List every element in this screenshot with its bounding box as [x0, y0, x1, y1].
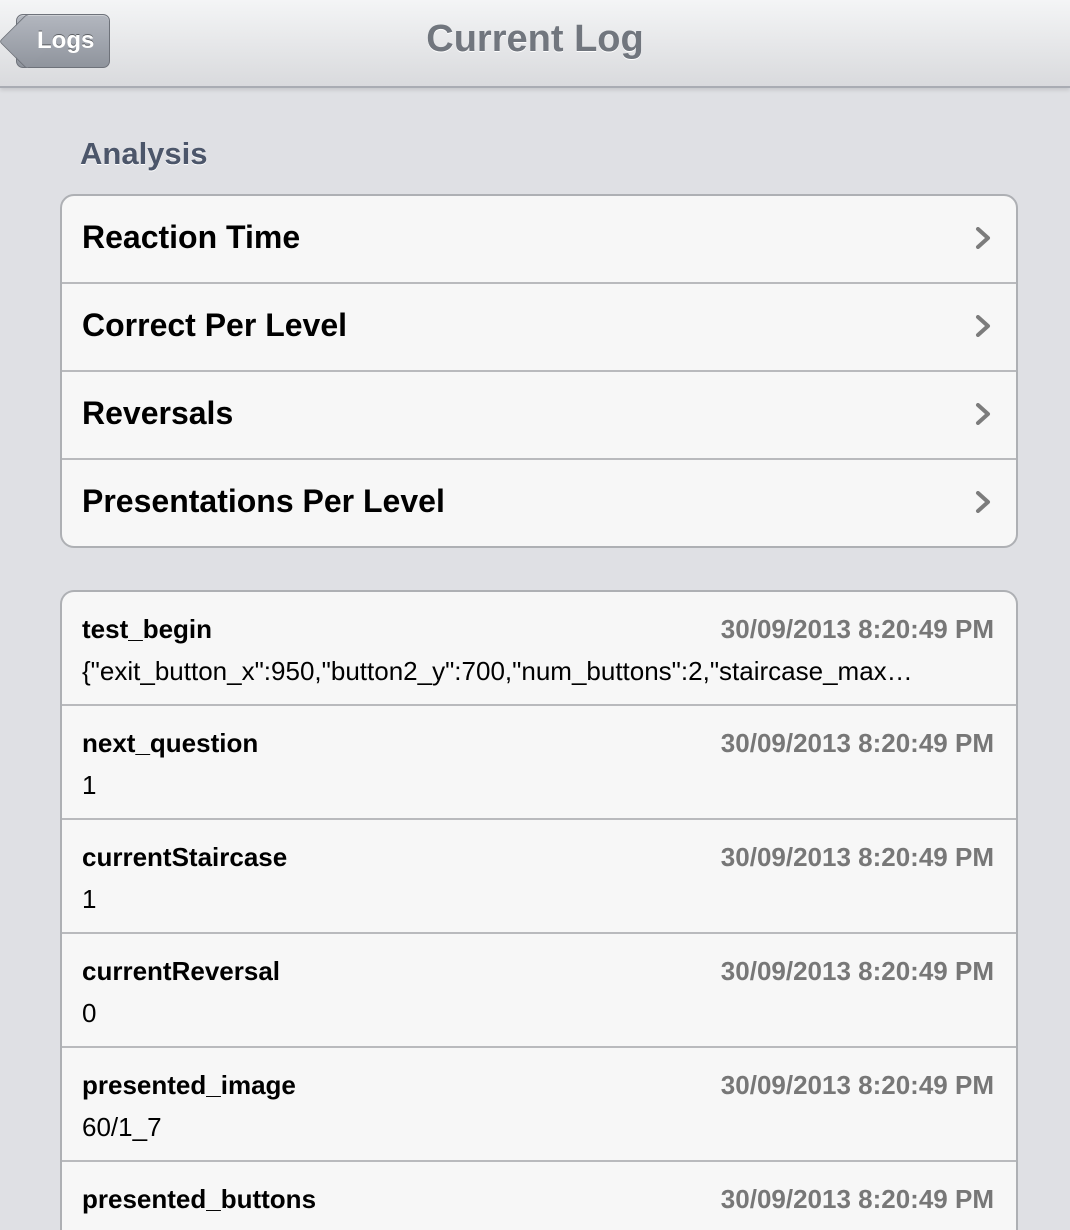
log-entry-value: 1 — [82, 884, 97, 914]
analysis-item-label: Reversals — [82, 395, 234, 431]
log-entry-timestamp: 30/09/2013 8:20:49 PM — [720, 614, 994, 644]
log-entry-name: currentStaircase — [82, 842, 288, 872]
log-entry[interactable]: currentStaircase 30/09/2013 8:20:49 PM 1 — [62, 820, 1016, 934]
chevron-right-icon — [976, 403, 990, 425]
log-entry-name: next_question — [82, 728, 259, 758]
analysis-item-label: Presentations Per Level — [82, 483, 445, 519]
navigation-bar: Logs Current Log — [0, 0, 1070, 88]
analysis-list: Reaction Time Correct Per Level Reversal… — [60, 194, 1018, 548]
analysis-item-reaction-time[interactable]: Reaction Time — [62, 196, 1016, 284]
log-entry-value: 60/1_7 — [82, 1112, 162, 1142]
chevron-right-icon — [976, 491, 990, 513]
section-header-analysis: Analysis — [80, 136, 208, 171]
log-entry-timestamp: 30/09/2013 8:20:49 PM — [720, 1070, 994, 1100]
analysis-item-label: Reaction Time — [82, 219, 301, 255]
log-entry-timestamp: 30/09/2013 8:20:49 PM — [720, 842, 994, 872]
log-entry-timestamp: 30/09/2013 8:20:49 PM — [720, 728, 994, 758]
log-entry-timestamp: 30/09/2013 8:20:49 PM — [720, 956, 994, 986]
log-entry[interactable]: test_begin 30/09/2013 8:20:49 PM {"exit_… — [62, 592, 1016, 706]
analysis-item-label: Correct Per Level — [82, 307, 348, 343]
log-entry-value: 1 — [82, 770, 97, 800]
log-entry-name: currentReversal — [82, 956, 280, 986]
log-entry[interactable]: presented_image 30/09/2013 8:20:49 PM 60… — [62, 1048, 1016, 1162]
analysis-item-correct-per-level[interactable]: Correct Per Level — [62, 284, 1016, 372]
log-entry[interactable]: presented_buttons 30/09/2013 8:20:49 PM — [62, 1162, 1016, 1230]
back-button[interactable]: Logs — [0, 13, 110, 70]
analysis-item-reversals[interactable]: Reversals — [62, 372, 1016, 460]
chevron-right-icon — [976, 315, 990, 337]
log-entry-value: 0 — [82, 998, 97, 1028]
log-entry-value: {"exit_button_x":950,"button2_y":700,"nu… — [82, 656, 913, 686]
page-title: Current Log — [426, 18, 644, 60]
back-button-label: Logs — [37, 27, 95, 54]
log-entry-name: presented_image — [82, 1070, 296, 1100]
log-entry-name: test_begin — [82, 614, 213, 644]
analysis-item-presentations-per-level[interactable]: Presentations Per Level — [62, 460, 1016, 546]
log-entry[interactable]: next_question 30/09/2013 8:20:49 PM 1 — [62, 706, 1016, 820]
back-button-wrapper[interactable]: Logs — [0, 0, 120, 86]
chevron-right-icon — [976, 227, 990, 249]
log-list[interactable]: test_begin 30/09/2013 8:20:49 PM {"exit_… — [60, 590, 1018, 1230]
log-entry[interactable]: currentReversal 30/09/2013 8:20:49 PM 0 — [62, 934, 1016, 1048]
